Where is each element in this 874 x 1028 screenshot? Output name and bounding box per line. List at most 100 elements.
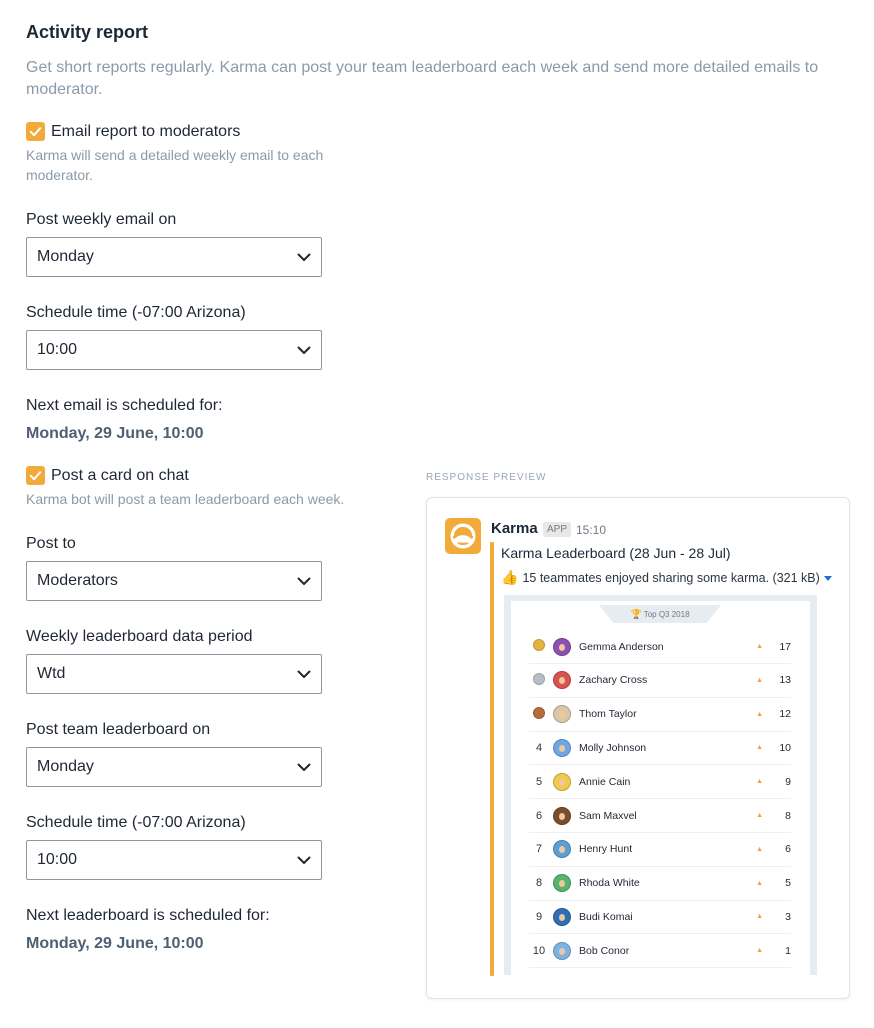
member-name: Annie Cain <box>579 775 631 788</box>
leaderboard-image: 🏆 Top Q3 2018 Gemma Anderson ▲ 17 Zachary C… <box>504 595 817 975</box>
response-preview-label: RESPONSE PREVIEW <box>426 472 547 483</box>
flame-icon: ▲ <box>756 643 763 650</box>
clapping-person-image <box>754 962 817 975</box>
chat-card-hint: Karma bot will post a team leaderboard e… <box>26 491 345 507</box>
message-subtitle: 👍 15 teammates enjoyed sharing some karm… <box>501 569 832 586</box>
member-name: Molly Johnson <box>579 741 647 754</box>
chat-card-checkbox[interactable]: Post a card on chat <box>26 466 189 485</box>
member-name: Rhoda White <box>579 877 640 890</box>
leaderboard-row: Thom Taylor ▲ 12 <box>529 698 791 732</box>
karma-score: 12 <box>779 708 791 721</box>
avatar <box>553 637 571 656</box>
email-day-select[interactable]: Monday <box>26 237 322 277</box>
leaderboard-tab: 🏆 Top Q3 2018 <box>599 605 721 623</box>
karma-score: 17 <box>779 640 791 653</box>
trophy-icon: 🏆 <box>630 608 642 619</box>
karma-score: 10 <box>779 741 791 754</box>
next-leaderboard-label: Next leaderboard is scheduled for: <box>26 907 270 924</box>
period-value: Wtd <box>37 665 66 682</box>
karma-logo-icon <box>445 518 481 554</box>
leaderboard-row: Zachary Cross ▲ 13 <box>529 664 791 698</box>
email-time-select[interactable]: 10:00 <box>26 330 322 370</box>
leaderboard-day-select[interactable]: Monday <box>26 747 322 787</box>
medal-icon <box>533 639 545 651</box>
section-description: Get short reports regularly. Karma can p… <box>26 59 819 98</box>
leaderboard-time-label: Schedule time (-07:00 Arizona) <box>26 814 246 831</box>
karma-score: 6 <box>785 843 791 856</box>
email-report-hint: Karma will send a detailed weekly email … <box>26 147 324 183</box>
flame-icon: ▲ <box>756 879 763 887</box>
medal-icon <box>529 706 549 722</box>
flame-icon: ▲ <box>756 778 763 786</box>
member-name: Sam Maxvel <box>579 809 637 822</box>
chevron-down-icon <box>297 346 311 354</box>
message-time: 15:10 <box>576 523 607 537</box>
bot-name: Karma <box>491 520 538 537</box>
avatar <box>553 874 571 893</box>
leaderboard-day-value: Monday <box>37 758 94 775</box>
member-name: Thom Taylor <box>579 708 637 721</box>
member-name: Zachary Cross <box>579 674 648 687</box>
leaderboard-row: 7 Henry Hunt ▲ 6 <box>529 833 791 867</box>
flame-icon: ▲ <box>756 812 763 819</box>
email-day-value: Monday <box>37 248 94 265</box>
chevron-down-icon <box>297 670 311 678</box>
post-to-select[interactable]: Moderators <box>26 561 322 601</box>
email-report-label: Email report to moderators <box>51 122 241 140</box>
next-email-label: Next email is scheduled for: <box>26 397 223 414</box>
karma-score: 1 <box>785 944 791 957</box>
response-preview-card: Karma APP 15:10 Karma Leaderboard (28 Ju… <box>426 497 850 999</box>
avatar <box>553 941 571 960</box>
section-title: Activity report <box>26 22 149 42</box>
leaderboard-time-select[interactable]: 10:00 <box>26 840 322 880</box>
attachment-accent-bar <box>490 542 494 976</box>
leaderboard-row: 9 Budi Komai ▲ 3 <box>529 900 791 935</box>
leaderboard-row: 5 Annie Cain ▲ 9 <box>529 765 791 800</box>
rank-number: 6 <box>535 809 543 822</box>
rank-number: 4 <box>535 741 543 754</box>
email-report-checkbox[interactable]: Email report to moderators <box>26 122 240 141</box>
karma-score: 8 <box>785 809 791 822</box>
rank-number: 5 <box>535 775 543 788</box>
email-time-value: 10:00 <box>37 341 78 358</box>
checkbox-checked-icon[interactable] <box>26 466 45 485</box>
chevron-down-icon <box>297 763 311 771</box>
karma-score: 3 <box>785 910 791 923</box>
app-badge: APP <box>543 522 572 537</box>
expand-caret-icon[interactable] <box>823 576 832 581</box>
avatar <box>553 671 571 690</box>
rank-number: 7 <box>535 843 543 856</box>
period-select[interactable]: Wtd <box>26 654 322 694</box>
leaderboard-row: 10 Bob Conor ▲ 1 <box>529 934 791 969</box>
karma-score: 13 <box>779 674 791 687</box>
flame-icon: ▲ <box>756 947 763 955</box>
leaderboard-panel: 🏆 Top Q3 2018 Gemma Anderson ▲ 17 Zachary C… <box>511 601 810 975</box>
next-email-value: Monday, 29 June, 10:00 <box>26 425 204 442</box>
chevron-down-icon <box>297 577 311 585</box>
flame-icon: ▲ <box>756 913 763 921</box>
chevron-down-icon <box>297 253 311 261</box>
flame-icon: ▲ <box>756 710 763 718</box>
chat-card-label: Post a card on chat <box>51 466 189 484</box>
leaderboard-row: 8 Rhoda White ▲ 5 <box>529 867 791 901</box>
post-to-value: Moderators <box>37 572 118 589</box>
avatar <box>553 738 571 757</box>
checkbox-checked-icon[interactable] <box>26 122 45 141</box>
message-subtitle-text: 15 teammates enjoyed sharing some karma.… <box>522 570 820 585</box>
avatar <box>553 907 571 926</box>
leaderboard-row: 4 Molly Johnson ▲ 10 <box>529 731 791 766</box>
email-time-label: Schedule time (-07:00 Arizona) <box>26 304 246 321</box>
rank-number: 10 <box>532 944 546 957</box>
medal-icon <box>529 639 549 654</box>
medal-icon <box>533 672 545 685</box>
leaderboard-tab-label: Top Q3 2018 <box>643 609 690 619</box>
chevron-down-icon <box>297 856 311 864</box>
message-title: Karma Leaderboard (28 Jun - 28 Jul) <box>501 545 731 561</box>
leaderboard-day-label: Post team leaderboard on <box>26 721 211 738</box>
leaderboard-row: 6 Sam Maxvel ▲ 8 <box>529 799 791 833</box>
avatar <box>553 772 571 791</box>
flame-icon: ▲ <box>756 744 763 752</box>
leaderboard-row: Gemma Anderson ▲ 17 <box>529 630 791 664</box>
next-leaderboard-value: Monday, 29 June, 10:00 <box>26 935 204 952</box>
rank-number: 8 <box>535 877 543 890</box>
